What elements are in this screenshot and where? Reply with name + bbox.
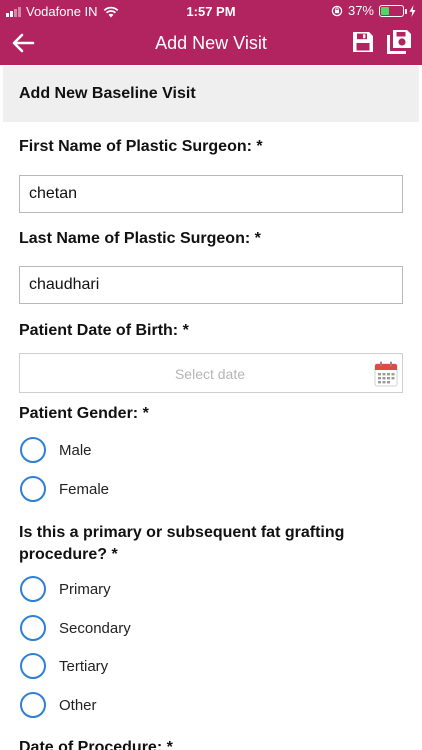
battery-icon [379, 4, 407, 17]
procedure-option-secondary[interactable]: Secondary [20, 614, 131, 642]
radio-button[interactable] [20, 692, 46, 718]
radio-button[interactable] [20, 437, 46, 463]
radio-label: Female [59, 480, 110, 498]
save-button[interactable] [350, 28, 376, 56]
section-title: Add New Baseline Visit [19, 85, 196, 102]
radio-button[interactable] [20, 476, 46, 502]
radio-label: Male [59, 441, 92, 459]
first-name-label: First Name of Plastic Surgeon: * [19, 138, 263, 155]
radio-label: Tertiary [59, 657, 109, 675]
last-name-label: Last Name of Plastic Surgeon: * [19, 230, 261, 247]
charging-bolt-icon [409, 4, 416, 17]
radio-button[interactable] [20, 653, 46, 679]
save-all-icon [387, 30, 411, 54]
dob-date-picker[interactable]: Select date [19, 353, 403, 393]
gender-option-female[interactable]: Female [20, 475, 109, 503]
procedure-date-label: Date of Procedure: * [19, 739, 173, 750]
radio-label: Primary [59, 580, 111, 598]
gender-label: Patient Gender: * [19, 405, 149, 422]
procedure-option-primary[interactable]: Primary [20, 575, 111, 603]
gender-option-male[interactable]: Male [20, 436, 92, 464]
last-name-input[interactable] [19, 266, 403, 304]
battery-fill [381, 6, 389, 15]
nav-bar: Add New Visit [0, 22, 422, 65]
calendar-icon [374, 361, 398, 387]
app-header: Vodafone IN 1:57 PM 37% Add New Visit [0, 0, 422, 65]
radio-label: Other [59, 696, 97, 714]
procedure-option-other[interactable]: Other [20, 691, 97, 719]
procedure-option-tertiary[interactable]: Tertiary [20, 652, 108, 680]
floppy-disk-icon [353, 32, 373, 52]
procedure-label: Is this a primary or subsequent fat graf… [19, 524, 345, 563]
dob-label: Patient Date of Birth: * [19, 322, 189, 339]
status-bar: Vodafone IN 1:57 PM 37% [0, 0, 422, 22]
section-header: Add New Baseline Visit [3, 66, 419, 122]
status-right: 37% [331, 3, 416, 18]
radio-label: Secondary [59, 619, 131, 637]
battery-percent: 37% [347, 3, 374, 18]
first-name-input[interactable] [19, 175, 403, 213]
dob-placeholder: Select date [174, 366, 246, 382]
save-all-button[interactable] [385, 28, 413, 56]
radio-button[interactable] [20, 576, 46, 602]
radio-button[interactable] [20, 615, 46, 641]
orientation-lock-icon [331, 5, 343, 16]
